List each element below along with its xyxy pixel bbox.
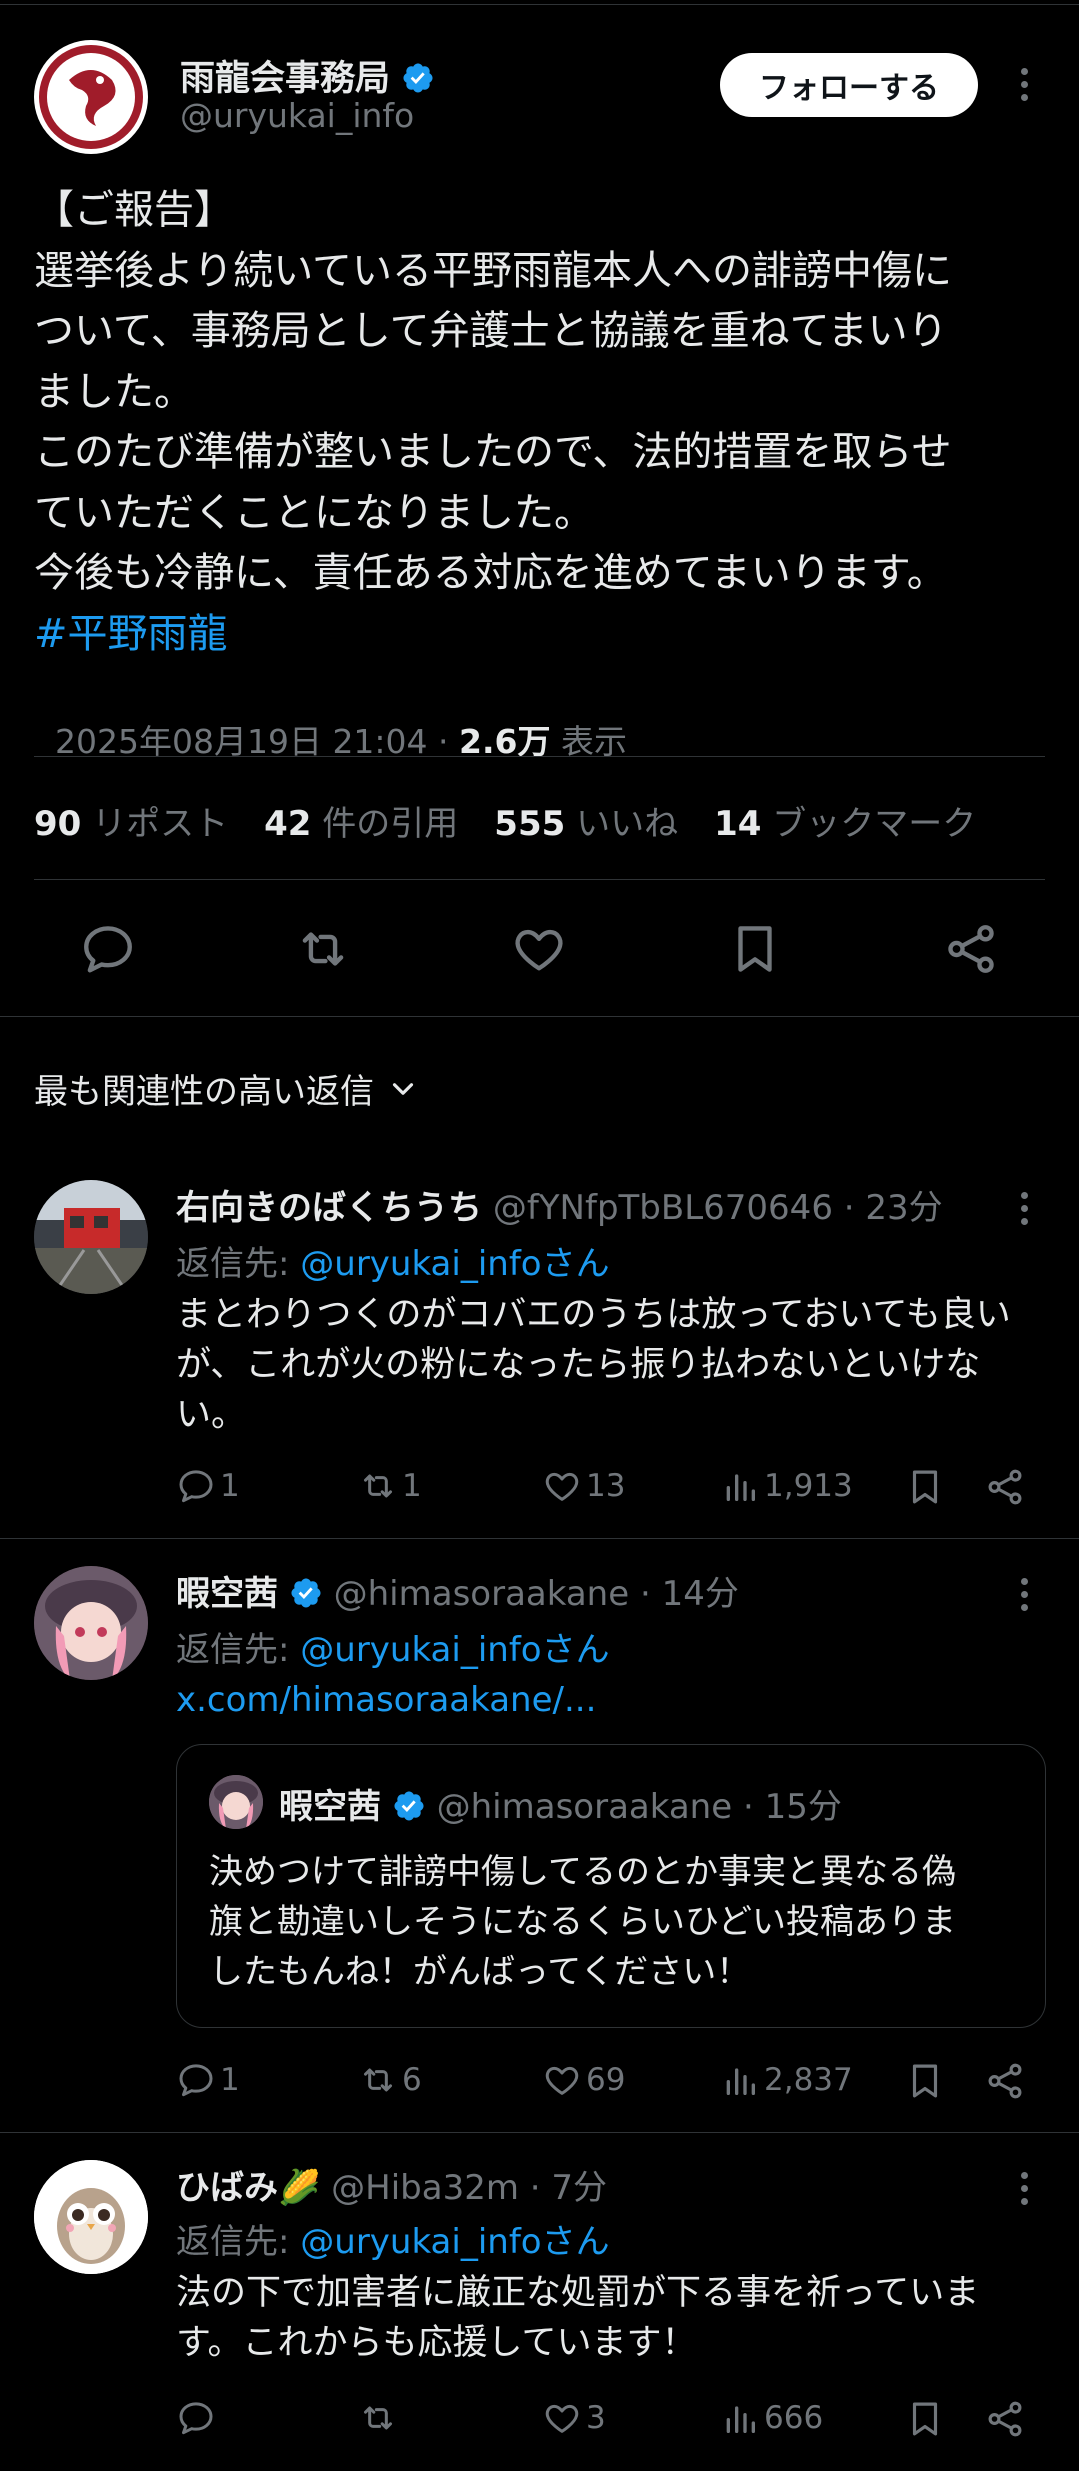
reply-time[interactable]: · 7分 (530, 2168, 607, 2208)
reply-display-name[interactable]: 暇空茜 (176, 1574, 278, 1614)
reply-to: 返信先: @uryukai_infoさん (176, 1244, 610, 1284)
chevron-down-icon (392, 1082, 414, 1095)
more-options-icon[interactable] (1018, 62, 1030, 107)
reply-icon (179, 1470, 213, 1503)
reply-to: 返信先: @uryukai_infoさん (176, 1630, 610, 1670)
quote-avatar (209, 1775, 263, 1829)
author-handle[interactable]: @uryukai_info (180, 96, 414, 135)
views-action[interactable]: 666 (720, 2398, 823, 2438)
views-icon (726, 2406, 755, 2433)
reply-action[interactable] (176, 2398, 220, 2438)
bookmark-icon[interactable] (904, 1466, 946, 1508)
repost-icon (364, 2406, 392, 2430)
follow-button[interactable]: フォローする (720, 53, 978, 117)
quote-link[interactable]: x.com/himasoraakane/... (176, 1680, 596, 1720)
tweet-line: このたび準備が整いましたので、法的措置を取らせ (34, 429, 952, 475)
reply-time[interactable]: · 23分 (844, 1188, 943, 1228)
repost-icon[interactable] (294, 920, 352, 978)
reply-icon (179, 2402, 213, 2435)
reply-action[interactable]: 1 (176, 1466, 240, 1506)
reply-icon[interactable] (79, 920, 137, 978)
tweet-body: 【ご報告】 選挙後より続いている平野雨龍本人への誹謗中傷に ついて、事務局として… (34, 180, 1054, 664)
reply-icon (179, 2064, 213, 2097)
more-options-icon[interactable] (1018, 1186, 1030, 1231)
like-icon (545, 2404, 579, 2433)
reply-body: 法の下で加害者に厳正な処罰が下る事を祈っていま す。これからも応援しています！ (176, 2273, 980, 2363)
author-name-row[interactable]: 雨龍会事務局 (180, 50, 435, 101)
repost-icon (364, 1474, 392, 1498)
reply-sort-label: 最も関連性の高い返信 (34, 1072, 374, 1112)
quote-display-name: 暇空茜 (279, 1787, 381, 1827)
more-options-icon[interactable] (1018, 2166, 1030, 2211)
reply-avatar[interactable] (34, 1180, 148, 1294)
reply-display-name[interactable]: ひばみ🌽 (176, 2168, 320, 2208)
quote-header: 暇空茜 @himasoraakane · 15分 (279, 1779, 842, 1828)
like-icon (545, 2066, 579, 2095)
reply-to-link[interactable]: @uryukai_infoさん (300, 1244, 609, 1284)
reply-header: 右向きのばくちうち @fYNfpTbBL670646 · 23分 (176, 1180, 943, 1229)
share-icon[interactable] (984, 1466, 1026, 1508)
more-options-icon[interactable] (1018, 1572, 1030, 1617)
bookmark-icon[interactable] (904, 2060, 946, 2102)
verified-badge-icon (291, 1578, 321, 1608)
quote-time: · 15分 (742, 1787, 842, 1827)
follow-button-label: フォローする (759, 71, 939, 106)
reply-handle[interactable]: @himasoraakane (334, 1574, 630, 1614)
views-icon (726, 1474, 755, 1501)
views-action[interactable]: 2,837 (720, 2060, 853, 2100)
share-icon[interactable] (984, 2398, 1026, 2440)
author-display-name[interactable]: 雨龍会事務局 (180, 59, 390, 99)
like-icon (545, 1472, 579, 1501)
tweet-line: 【ご報告】 (34, 187, 234, 233)
reply-time[interactable]: · 14分 (640, 1574, 739, 1614)
repost-action[interactable]: 1 (358, 1466, 422, 1506)
like-action[interactable]: 69 (542, 2060, 625, 2100)
share-icon[interactable] (942, 920, 1000, 978)
reply-body: まとわりつくのがコバエのうちは放っておいても良い が、これが火の粉になったら振り… (176, 1295, 1011, 1435)
reply-action[interactable]: 1 (176, 2060, 240, 2100)
reply-header: ひばみ🌽 @Hiba32m · 7分 (176, 2160, 607, 2209)
reply-handle[interactable]: @Hiba32m (331, 2168, 519, 2208)
quoted-tweet-card[interactable]: 暇空茜 @himasoraakane · 15分 決めつけて誹謗中傷してるのとか… (176, 1744, 1046, 2028)
reply-to: 返信先: @uryukai_infoさん (176, 2222, 610, 2262)
hashtag-link[interactable]: #平野雨龍 (34, 604, 1054, 665)
like-icon[interactable] (510, 920, 568, 978)
quote-body: 決めつけて誹謗中傷してるのとか事実と異なる偽 旗と勘違いしそうになるくらいひどい… (209, 1852, 956, 1992)
repost-action[interactable]: 6 (358, 2060, 422, 2100)
stat-likes[interactable]: 555 いいね (494, 796, 678, 845)
repost-action[interactable] (358, 2398, 402, 2438)
views-icon (726, 2068, 755, 2095)
stat-quotes[interactable]: 42 件の引用 (264, 796, 458, 845)
reply-handle[interactable]: @fYNfpTbBL670646 (493, 1188, 833, 1228)
bookmark-icon[interactable] (904, 2398, 946, 2440)
bookmark-icon[interactable] (726, 920, 784, 978)
views-action[interactable]: 1,913 (720, 1466, 853, 1506)
stat-reposts[interactable]: 90 リポスト (34, 796, 228, 845)
tweet-line: 選挙後より続いている平野雨龍本人への誹謗中傷に (34, 247, 952, 294)
share-icon[interactable] (984, 2060, 1026, 2102)
like-action[interactable]: 3 (542, 2398, 606, 2438)
like-action[interactable]: 13 (542, 1466, 625, 1506)
verified-badge-icon (394, 1791, 424, 1821)
tweet-stats: 90 リポスト 42 件の引用 555 いいね 14 ブックマーク (34, 796, 976, 845)
tweet-meta: 2025年08月19日 21:04 · 2.6万 表示 (54, 722, 627, 761)
quote-handle: @himasoraakane (436, 1787, 733, 1827)
reply-avatar[interactable] (34, 1566, 148, 1680)
tweet-line: ついて、事務局として弁護士と協議を重ねてまいり (34, 308, 948, 354)
reply-to-link[interactable]: @uryukai_infoさん (300, 2222, 609, 2262)
verified-badge-icon (403, 63, 433, 93)
tweet-line: 今後も冷静に、責任ある対応を進めてまいります。 (34, 550, 947, 596)
author-avatar[interactable] (34, 40, 148, 154)
repost-icon (364, 2068, 392, 2092)
reply-display-name[interactable]: 右向きのばくちうち (176, 1188, 482, 1228)
stat-bookmarks[interactable]: 14 ブックマーク (714, 796, 976, 845)
reply-header: 暇空茜 @himasoraakane · 14分 (176, 1566, 739, 1615)
tweet-line: ていただくことになりました。 (34, 489, 594, 536)
reply-avatar[interactable] (34, 2160, 148, 2274)
reply-sort-dropdown[interactable]: 最も関連性の高い返信 (34, 1064, 420, 1113)
reply-to-link[interactable]: @uryukai_infoさん (300, 1630, 609, 1670)
tweet-line: ました。 (34, 368, 194, 415)
